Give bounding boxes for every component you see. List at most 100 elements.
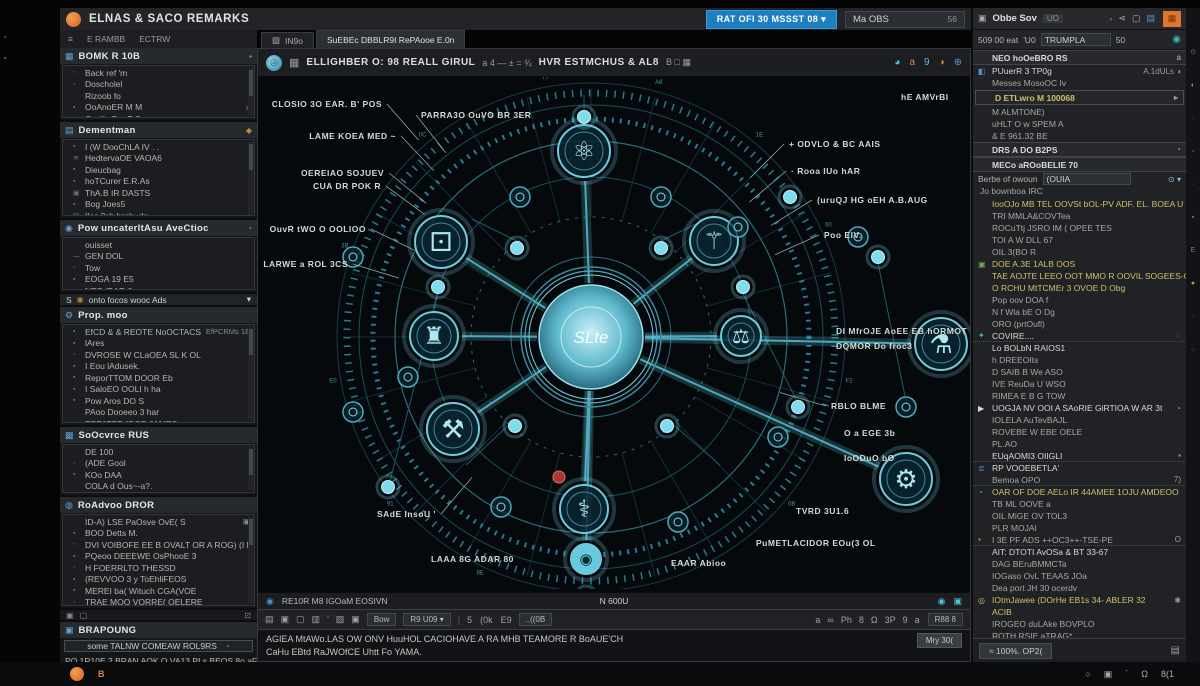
list-item[interactable]: IROGEO duLAke BOVPLO bbox=[973, 618, 1186, 630]
scrollbar[interactable] bbox=[248, 68, 254, 115]
strip-icon[interactable]: · bbox=[1192, 313, 1194, 320]
tree-item[interactable]: COLA d Ous~-a?. bbox=[63, 481, 254, 493]
status-icon[interactable]: 9 bbox=[924, 57, 930, 68]
diagram-canvas[interactable]: ⚛⚚⚖⚗⚙⚕◉⚒♜⚀038E91E03B0C77A81E60F20BCLOSIO… bbox=[258, 77, 970, 592]
tree-item[interactable]: ▪ KOo DAA bbox=[63, 469, 254, 481]
list-item[interactable]: & E 961.32 BE bbox=[973, 130, 1186, 142]
strip-icon[interactable]: ◐ bbox=[1191, 82, 1195, 89]
start-logo-icon[interactable] bbox=[70, 667, 84, 681]
tool-icon[interactable]: ▢ bbox=[296, 614, 305, 625]
chevron-down-icon[interactable]: ▾ bbox=[247, 294, 251, 305]
grid-icon[interactable]: ▦ bbox=[289, 56, 299, 69]
status-icon[interactable]: ⊕ bbox=[954, 57, 962, 68]
menu-item[interactable]: ECTRW bbox=[139, 34, 170, 44]
tree-item[interactable]: ◦ DVROSE W CLaOEA SL K OL bbox=[63, 349, 254, 361]
share-icon[interactable]: ⋖ bbox=[1118, 13, 1126, 24]
tab-diagram[interactable]: SuEBEc DBBLR9I RePAooe E.0n bbox=[316, 30, 465, 48]
tree-item[interactable]: ◦ TRAE MOO VORRE( OELERE bbox=[63, 597, 254, 607]
snap-chip[interactable]: ..((0B bbox=[519, 613, 553, 626]
tool-icon[interactable]: ∞ bbox=[827, 615, 833, 625]
list-item[interactable]: h DREEOIts bbox=[973, 354, 1186, 366]
list-item[interactable]: ✦ COVIRE.... ◌ bbox=[973, 330, 1186, 342]
list-item[interactable]: PLR MOJAI bbox=[973, 522, 1186, 534]
tool-icon[interactable]: ' bbox=[327, 614, 329, 625]
tree-item[interactable]: ▪ BOO Detts M. bbox=[63, 528, 254, 540]
sidebar-subheader[interactable]: S ◉ onto focos wooc Ads ▾ bbox=[60, 294, 257, 307]
layer-dropdown[interactable]: R9 U09 ▾ bbox=[403, 613, 450, 626]
list-item[interactable]: ▪ I 3E PF ADS ++OC3++-TSE-PE O bbox=[973, 534, 1186, 546]
tree-item[interactable]: DE 100 bbox=[63, 446, 254, 458]
list-item[interactable]: IOLELA AuTevBAJL bbox=[973, 414, 1186, 426]
tree-item[interactable]: Tesses bbox=[63, 492, 254, 493]
list-item[interactable]: ◧ PUuerR 3 TP0g A.1dULs ◑ bbox=[973, 65, 1186, 77]
toolbar-icons-2[interactable]: B □ ▦ bbox=[666, 57, 691, 68]
tree-item[interactable]: ◦ Back ref 'm bbox=[63, 67, 254, 79]
tree-item[interactable]: ▪ I (W DooChLA IV . . bbox=[63, 141, 254, 153]
strip-icon[interactable]: · bbox=[1192, 181, 1194, 188]
tree-item[interactable]: ▪ Pow Aros DO S bbox=[63, 395, 254, 407]
list-item[interactable]: NEO hoOeBRO RS a bbox=[973, 50, 1186, 65]
strip-icon[interactable]: ⁘ bbox=[1190, 346, 1196, 354]
list-item[interactable]: Dea port JH 30 ocerdv bbox=[973, 582, 1186, 594]
tree-item[interactable]: ▪ Oa tile DoeB.2 bbox=[63, 113, 254, 118]
tree-item[interactable]: PAoo Dooeeo 3 har bbox=[63, 407, 254, 419]
zoom-level-button[interactable]: ≈ 100%. OP2( bbox=[979, 643, 1052, 659]
list-item[interactable]: ROCuTtj JSRO IM ( OPEE TES bbox=[973, 222, 1186, 234]
tree-item[interactable]: ◦ Tow bbox=[63, 262, 254, 274]
strip-icon[interactable]: ● bbox=[1191, 280, 1195, 287]
list-item[interactable]: M ALMTONE) bbox=[973, 106, 1186, 118]
list-item[interactable]: ORO (prtOufl) bbox=[973, 318, 1186, 330]
filter-input[interactable] bbox=[1041, 33, 1111, 46]
tree-item[interactable]: NES (BAR 6 bbox=[63, 285, 254, 290]
list-item[interactable]: N f Wla bE O Dg bbox=[973, 306, 1186, 318]
tree-item[interactable]: ▪ OoAnoER M M a bbox=[63, 102, 254, 114]
tree-item[interactable]: ◦ DVI VOIBOFE EE B OVALT OR A ROG) (I MO… bbox=[63, 539, 254, 551]
list-item[interactable]: TAE AOJTE LEEO OOT MMO R OOVIL SOGEES-C5 bbox=[973, 270, 1186, 282]
tool-icon[interactable]: a bbox=[915, 615, 920, 625]
tool-icon[interactable]: E9 bbox=[501, 615, 512, 625]
list-item[interactable]: DAG BEruBMMCTa bbox=[973, 558, 1186, 570]
status-icon[interactable]: ◑ bbox=[939, 57, 945, 68]
list-item[interactable]: uHLT O w SPEM A bbox=[973, 118, 1186, 130]
tree-item[interactable]: ▪ I SaloEO OOLI h ha bbox=[63, 384, 254, 396]
tool-icon[interactable]: Ph bbox=[841, 615, 852, 625]
tree-item[interactable]: ◦ H FOERRLTO THESSD bbox=[63, 562, 254, 574]
tool-icon[interactable]: a bbox=[815, 615, 820, 625]
panel-toggle-icon[interactable]: ▤ bbox=[1146, 13, 1155, 24]
tool-icon[interactable]: ▥ bbox=[312, 614, 321, 625]
console-button[interactable]: Mry 30( bbox=[917, 633, 962, 648]
tree-item[interactable]: ouisset bbox=[63, 239, 254, 251]
list-item[interactable]: TB ML OOVE a bbox=[973, 498, 1186, 510]
record-icon[interactable]: ◉ bbox=[266, 596, 274, 607]
inline-search-input[interactable] bbox=[1043, 173, 1131, 185]
mode-chip[interactable]: Bow bbox=[367, 613, 397, 626]
list-item[interactable]: ◔ OAR OF DOE AELo IR 44AMEE 1OJU AMDEOO bbox=[973, 486, 1186, 498]
tool-icon[interactable]: 5 bbox=[467, 615, 472, 625]
tree-item[interactable]: ▪ hoTCurer E.R.As bbox=[63, 176, 254, 188]
window-icon[interactable]: ▢ bbox=[1132, 13, 1141, 24]
pin-icon[interactable]: ◦ bbox=[1109, 14, 1112, 24]
target-icon[interactable]: ◎ bbox=[266, 55, 282, 71]
tool-icon[interactable]: ▣ bbox=[351, 614, 360, 625]
list-item[interactable]: Pop oov DOA f bbox=[973, 294, 1186, 306]
list-item[interactable]: DRS A DO B2PS ◔ bbox=[973, 142, 1186, 157]
tool-icon[interactable]: 9 bbox=[903, 615, 908, 625]
tree-item[interactable]: — GEN DOL bbox=[63, 251, 254, 263]
tree-item[interactable]: ▪ PQeoo DEEEWE OsPhooE 3 bbox=[63, 551, 254, 563]
expand-icon[interactable]: ⊡ bbox=[244, 611, 251, 620]
scrollbar[interactable] bbox=[248, 517, 254, 603]
tree-item[interactable]: ▪ EEPATEE fOOE JAMES bbox=[63, 418, 254, 423]
list-item[interactable]: D ETLwro M 100068 ▸ bbox=[975, 90, 1184, 105]
window-icon[interactable]: ▣ bbox=[66, 611, 74, 620]
tree-item[interactable]: ▪ I Eou lAdusek. bbox=[63, 361, 254, 373]
list-item[interactable]: ▣ DOE A.3E 1ALB OOS bbox=[973, 258, 1186, 270]
tray-icon[interactable]: Ω bbox=[1141, 669, 1148, 680]
list-item[interactable]: OIL 3(BO R bbox=[973, 246, 1186, 258]
tree-item[interactable]: ▪ (REVVOO 3 y ToEhliFEOS bbox=[63, 574, 254, 586]
toolbar-icons[interactable]: a 4 — ± = ¾ bbox=[482, 58, 531, 68]
list-item[interactable]: OIL MiGE OV TOL3 bbox=[973, 510, 1186, 522]
tray-icon[interactable]: ´ bbox=[1125, 669, 1128, 680]
list-item[interactable]: Messes MosoOC Iv bbox=[973, 77, 1186, 89]
apps-button[interactable]: ▦ bbox=[1163, 11, 1181, 27]
list-item[interactable]: TRI MMLA&COVTea bbox=[973, 210, 1186, 222]
